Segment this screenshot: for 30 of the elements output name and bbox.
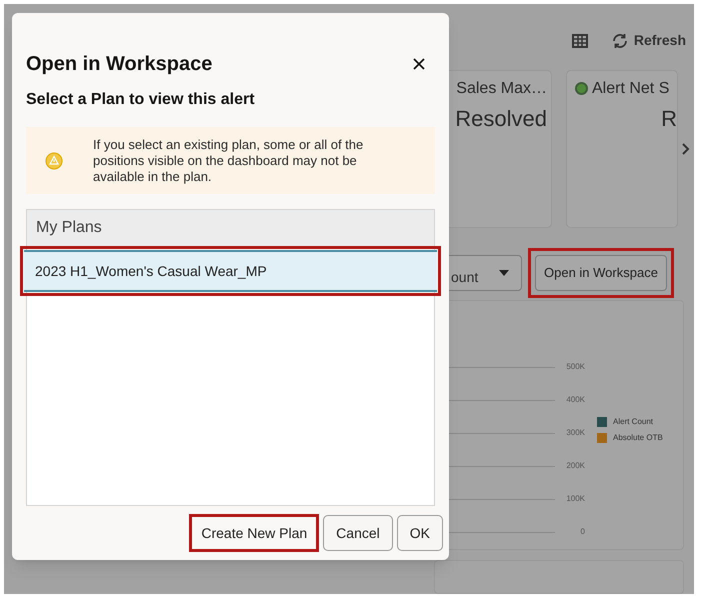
dropdown-value: ount xyxy=(451,268,478,288)
dialog-button[interactable]: OK xyxy=(396,515,443,551)
dialog-button[interactable]: Cancel xyxy=(323,515,393,551)
refresh-icon xyxy=(612,32,628,49)
card-title: Sales Max… xyxy=(456,78,547,99)
card-value: R xyxy=(661,104,677,133)
alert-card[interactable]: Alert Net S R xyxy=(566,70,678,228)
axis-label: 100K xyxy=(565,493,585,506)
axis-label: 500K xyxy=(565,361,585,374)
plan-row[interactable]: 2023 H1_Women's Casual Wear_MP xyxy=(24,250,437,292)
axis-label: 200K xyxy=(565,460,585,472)
warning-icon xyxy=(45,152,63,170)
dialog-subtitle: Select a Plan to view this alert xyxy=(25,90,256,110)
refresh-button[interactable]: Refresh xyxy=(612,30,686,52)
dialog-title: Open in Workspace xyxy=(26,52,212,77)
warning-text: If you select an existing plan, some or all of the positions visible on the dashboard may not be available in the plan. xyxy=(93,136,364,184)
close-icon[interactable] xyxy=(413,58,425,70)
open-in-workspace-button[interactable]: Open in Workspace xyxy=(535,254,667,291)
legend-label: Alert Count xyxy=(613,416,654,428)
chevron-right-icon[interactable] xyxy=(682,142,690,155)
dialog-button[interactable]: Create New Plan xyxy=(189,514,320,552)
axis-label: 0 xyxy=(580,526,585,538)
legend-label: Absolute OTB xyxy=(613,432,663,444)
axis-label: 400K xyxy=(565,394,585,406)
list-header: My Plans xyxy=(27,210,434,246)
axis-label: 300K xyxy=(565,427,585,440)
table-icon[interactable] xyxy=(572,34,588,48)
card-title: Alert Net S xyxy=(592,78,670,99)
caret-down-icon xyxy=(499,270,509,276)
card-value: Resolved xyxy=(455,104,547,133)
